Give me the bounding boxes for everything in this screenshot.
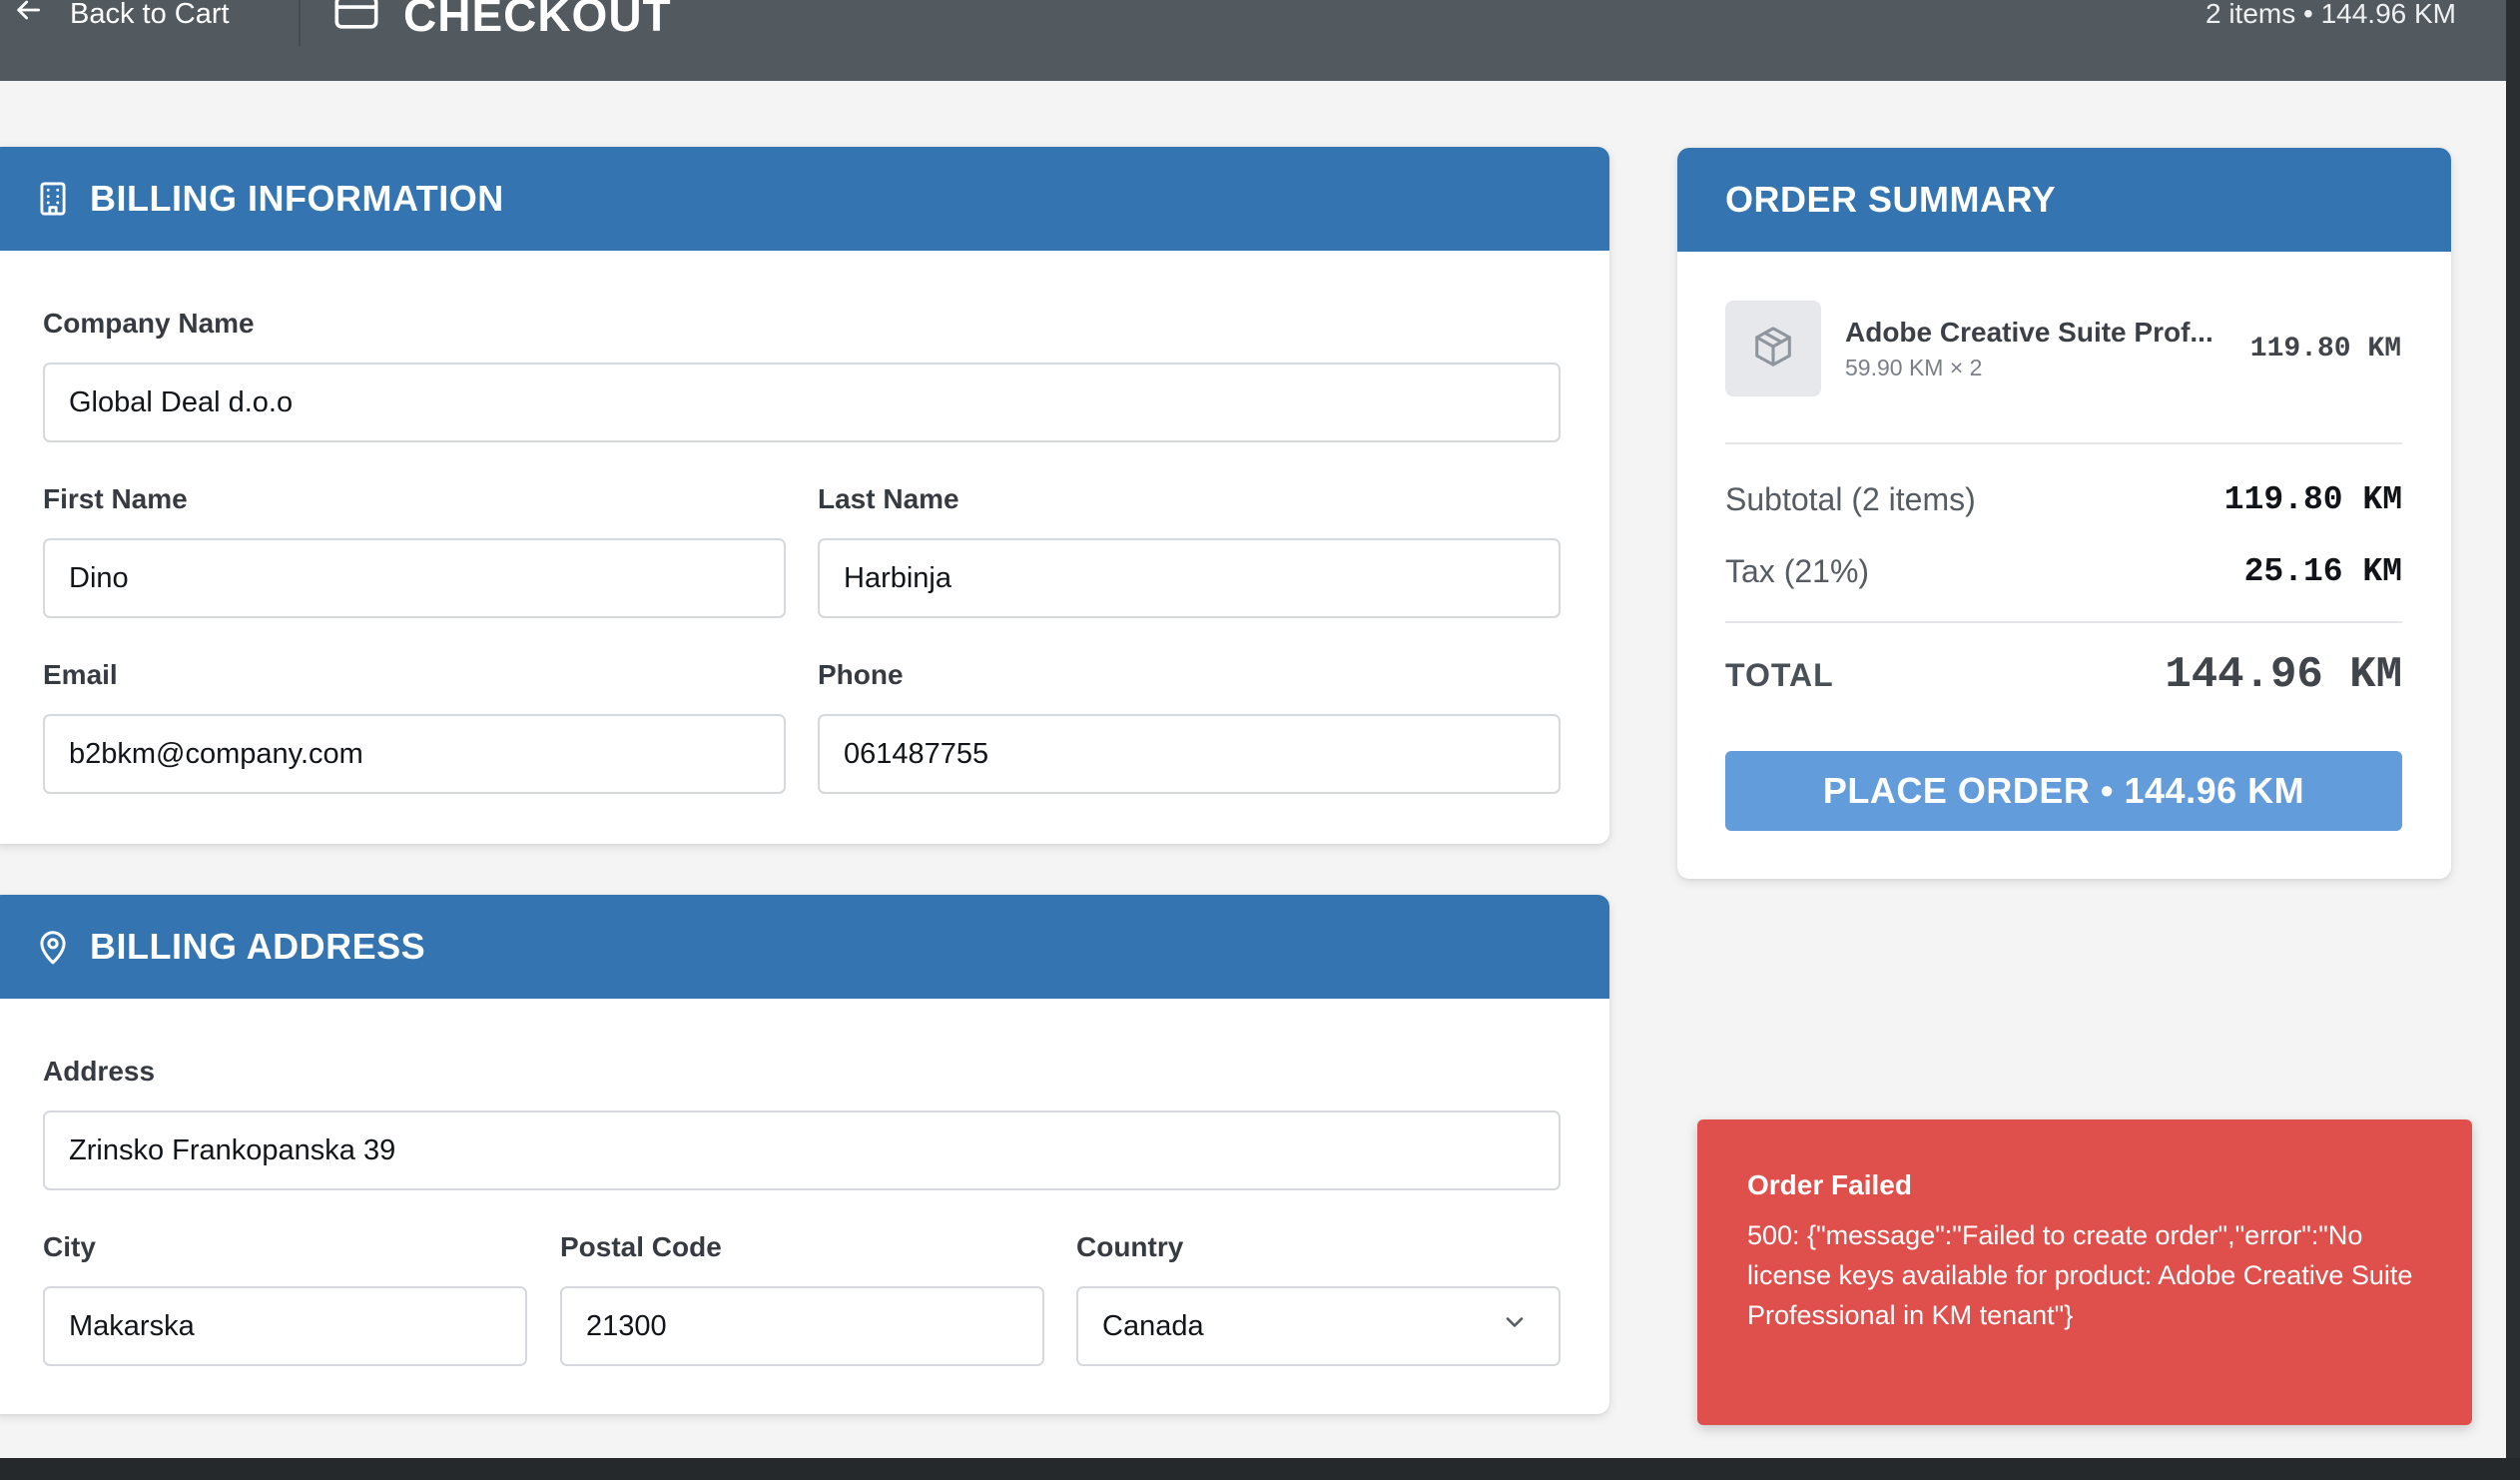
last-name-field: Last Name Harbinja	[818, 482, 1561, 618]
country-field: Country Canada	[1076, 1230, 1561, 1366]
order-summary-card: ORDER SUMMARY Adobe Creative Suite Prof.…	[1677, 148, 2451, 879]
tax-value: 25.16 KM	[2243, 552, 2402, 590]
total-row: TOTAL 144.96 KM	[1725, 647, 2402, 703]
company-name-input[interactable]: Global Deal d.o.o	[43, 363, 1561, 442]
page-title-text: CHECKOUT	[403, 0, 672, 41]
product-details: Adobe Creative Suite Prof... 59.90 KM × …	[1845, 317, 2250, 381]
product-thumbnail	[1725, 301, 1821, 396]
city-label: City	[43, 1231, 96, 1262]
billing-information-card: BILLING INFORMATION Company Name Global …	[0, 147, 1609, 844]
arrow-left-icon	[12, 0, 44, 34]
city-input[interactable]: Makarska	[43, 1286, 527, 1366]
subtotal-row: Subtotal (2 items) 119.80 KM	[1725, 477, 2402, 521]
map-pin-icon	[34, 928, 72, 966]
cart-summary: 2 items • 144.96 KM	[2205, 0, 2456, 29]
first-name-field: First Name Dino	[43, 482, 786, 618]
back-to-cart-link[interactable]: Back to Cart	[12, 0, 230, 34]
billing-address-header: BILLING ADDRESS	[0, 895, 1609, 999]
address-field: Address Zrinsko Frankopanska 39	[43, 1055, 1561, 1190]
package-icon	[1750, 324, 1796, 374]
subtotal-label: Subtotal (2 items)	[1725, 480, 1976, 517]
postal-code-input[interactable]: 21300	[560, 1286, 1044, 1366]
country-label: Country	[1076, 1231, 1184, 1262]
email-field: Email b2bkm@company.com	[43, 658, 786, 794]
company-name-label: Company Name	[43, 308, 255, 339]
last-name-label: Last Name	[818, 483, 959, 514]
tax-label: Tax (21%)	[1725, 552, 1870, 589]
first-name-label: First Name	[43, 483, 188, 514]
address-input[interactable]: Zrinsko Frankopanska 39	[43, 1110, 1561, 1190]
back-to-cart-label: Back to Cart	[70, 0, 230, 30]
billing-information-title: BILLING INFORMATION	[90, 178, 504, 219]
page-title: CHECKOUT	[333, 0, 672, 42]
phone-label: Phone	[818, 659, 904, 690]
billing-address-card: BILLING ADDRESS Address Zrinsko Frankopa…	[0, 895, 1609, 1414]
total-value: 144.96 KM	[2165, 650, 2402, 700]
subtotal-value: 119.80 KM	[2223, 480, 2402, 518]
first-name-input[interactable]: Dino	[43, 538, 786, 618]
country-selected-value: Canada	[1102, 1309, 1204, 1342]
total-divider	[1725, 621, 2402, 623]
toast-title: Order Failed	[1747, 1169, 1912, 1200]
phone-field: Phone 061487755	[818, 658, 1561, 794]
city-field: City Makarska	[43, 1230, 527, 1366]
window-edge	[2506, 0, 2520, 1480]
order-failed-toast[interactable]: Order Failed 500: {"message":"Failed to …	[1697, 1119, 2472, 1425]
email-input[interactable]: b2bkm@company.com	[43, 714, 786, 794]
bottom-edge	[0, 1458, 2520, 1480]
company-name-field: Company Name Global Deal d.o.o	[43, 307, 1561, 442]
topbar-divider	[299, 0, 301, 46]
credit-card-icon	[333, 0, 379, 42]
order-line-item: Adobe Creative Suite Prof... 59.90 KM × …	[1725, 300, 2401, 397]
summary-divider	[1725, 442, 2402, 444]
product-line-total: 119.80 KM	[2249, 333, 2401, 365]
billing-information-header: BILLING INFORMATION	[0, 147, 1609, 251]
toast-message: 500: {"message":"Failed to create order"…	[1747, 1220, 2413, 1330]
email-label: Email	[43, 659, 118, 690]
last-name-input[interactable]: Harbinja	[818, 538, 1561, 618]
product-name: Adobe Creative Suite Prof...	[1845, 316, 2213, 348]
chevron-down-icon	[1501, 1308, 1529, 1344]
total-label: TOTAL	[1725, 656, 1834, 693]
address-label: Address	[43, 1056, 156, 1087]
place-order-button[interactable]: PLACE ORDER • 144.96 KM	[1725, 751, 2402, 831]
country-select[interactable]: Canada	[1076, 1286, 1561, 1366]
order-summary-header: ORDER SUMMARY	[1677, 148, 2451, 252]
phone-input[interactable]: 061487755	[818, 714, 1561, 794]
billing-address-title: BILLING ADDRESS	[90, 926, 426, 967]
top-bar: Back to Cart CHECKOUT 2 items • 144.96 K…	[0, 0, 2506, 81]
tax-row: Tax (21%) 25.16 KM	[1725, 549, 2402, 593]
postal-code-field: Postal Code 21300	[560, 1230, 1044, 1366]
order-summary-title: ORDER SUMMARY	[1725, 179, 2057, 220]
product-unit-quantity: 59.90 KM × 2	[1845, 354, 1983, 380]
building-icon	[34, 180, 72, 218]
postal-code-label: Postal Code	[560, 1231, 722, 1262]
